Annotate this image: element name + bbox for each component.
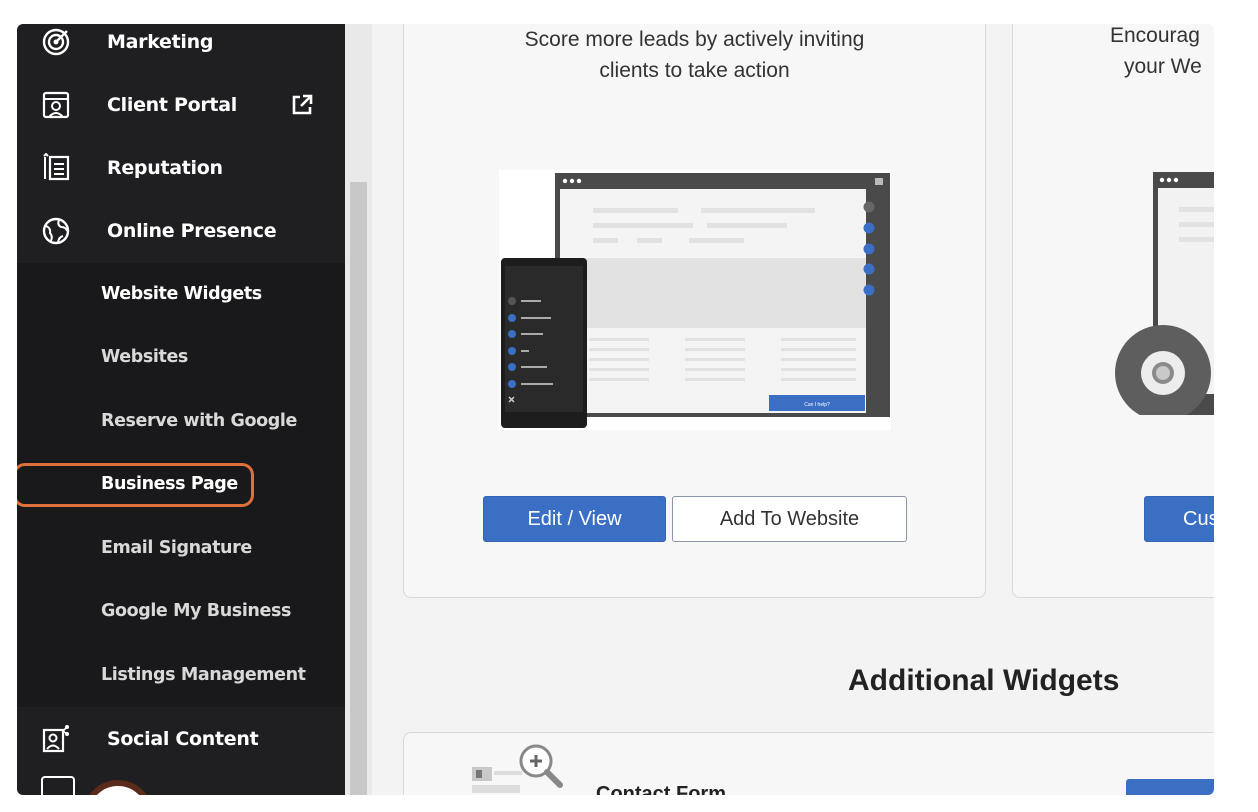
sidebar-item-label: Client Portal	[107, 94, 237, 116]
sidebar-subitem-label: Listings Management	[101, 665, 306, 685]
marketing-target-icon	[42, 28, 70, 56]
sidebar-item-label: Online Presence	[107, 220, 277, 242]
card-description-line1: Encourag	[1110, 24, 1200, 47]
widget-preview-illustration: Can I help?	[499, 170, 891, 430]
sidebar-item-label: Marketing	[107, 31, 214, 53]
additional-widget-card: Contact Form	[403, 732, 1214, 795]
business-page-highlight	[17, 463, 254, 507]
social-content-icon	[42, 725, 69, 753]
sidebar-subitem-website-widgets[interactable]: Website Widgets	[17, 269, 345, 319]
sidebar-item-reputation[interactable]: Reputation	[17, 138, 345, 198]
sidebar-subitem-label: Reserve with Google	[101, 411, 297, 431]
widget-card-lead-capture: Score more leads by actively inviting cl…	[403, 24, 986, 598]
sidebar-item-social-content[interactable]: Social Content	[17, 709, 345, 769]
contact-form-action-button[interactable]	[1126, 779, 1214, 795]
additional-widgets-title: Additional Widgets	[848, 664, 1120, 697]
sidebar-item-marketing[interactable]: Marketing	[17, 24, 345, 72]
reputation-list-icon	[43, 153, 70, 181]
customize-button[interactable]: Cus	[1144, 496, 1214, 542]
sidebar-subitem-google-my-business[interactable]: Google My Business	[17, 586, 345, 636]
sidebar-subitem-reserve-with-google[interactable]: Reserve with Google	[17, 396, 345, 446]
add-to-website-button[interactable]: Add To Website	[672, 496, 907, 542]
contact-form-label: Contact Form	[596, 783, 726, 795]
sidebar-subitem-listings-management[interactable]: Listings Management	[17, 650, 345, 700]
sidebar: Marketing Client Portal Reputation Onlin…	[17, 24, 345, 795]
sidebar-next-item-icon	[41, 776, 75, 795]
sidebar-subitem-label: Google My Business	[101, 601, 291, 621]
client-portal-icon	[42, 91, 70, 119]
sidebar-subitem-label: Websites	[101, 347, 188, 367]
sidebar-scrollbar-thumb[interactable]	[350, 182, 367, 795]
online-presence-submenu: Website Widgets Websites Reserve with Go…	[17, 263, 345, 707]
sidebar-item-label: Reputation	[107, 157, 223, 179]
card-description-line2: your We	[1124, 55, 1202, 78]
preview-cta-text: Can I help?	[804, 402, 830, 408]
sidebar-item-client-portal[interactable]: Client Portal	[17, 75, 345, 135]
sidebar-item-online-presence[interactable]: Online Presence	[17, 201, 345, 261]
card-description-line1: Score more leads by actively inviting	[524, 28, 865, 51]
avatar[interactable]	[83, 780, 153, 795]
sidebar-subitem-label: Website Widgets	[101, 284, 262, 304]
external-link-icon[interactable]	[290, 93, 314, 117]
sidebar-item-label: Social Content	[107, 728, 259, 750]
sidebar-subitem-email-signature[interactable]: Email Signature	[17, 523, 345, 573]
sidebar-subitem-label: Email Signature	[101, 538, 252, 558]
edit-view-button[interactable]: Edit / View	[483, 496, 666, 542]
card-description-line2: clients to take action	[599, 59, 790, 82]
widget-card-reviews: Encourag your We Cus	[1012, 24, 1214, 598]
reviews-preview-illustration	[1115, 172, 1214, 415]
contact-form-icon	[472, 744, 563, 793]
globe-icon	[42, 217, 70, 245]
app-frame: Marketing Client Portal Reputation Onlin…	[17, 24, 1214, 795]
sidebar-subitem-websites[interactable]: Websites	[17, 332, 345, 382]
